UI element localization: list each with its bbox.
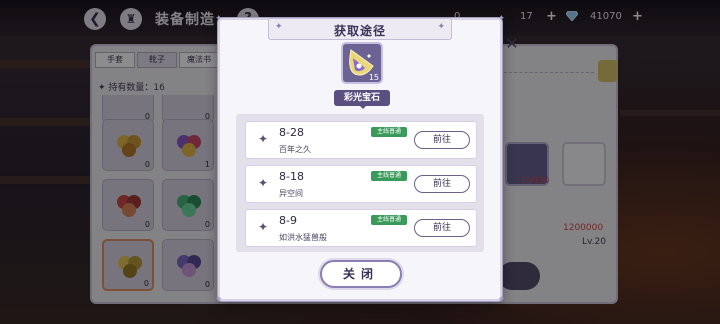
go-button[interactable]: 前往 — [414, 219, 470, 237]
route-stage: 8-9 — [279, 214, 297, 227]
route-tag: 主线普通 — [371, 171, 407, 181]
go-button[interactable]: 前往 — [414, 131, 470, 149]
corner-sparkle-icon: ✦ — [215, 14, 223, 24]
name-plate-pointer — [358, 104, 368, 109]
route-subtitle: 百年之久 — [279, 145, 311, 154]
route-row: ✦ 8-28 百年之久 主线普通 前往 — [245, 121, 477, 159]
corner-sparkle-icon: ✦ — [215, 295, 223, 305]
source-dialog: ✦ 获取途径 ✦ ✦ ✦ ✦ ✦ 15 彩光宝石 ✦ 8-28 百年之久 主线普… — [215, 14, 505, 305]
item-count: 15 — [368, 73, 379, 82]
corner-sparkle-icon: ✦ — [497, 295, 505, 305]
route-list: ✦ 8-28 百年之久 主线普通 前往 ✦ 8-18 异空间 主线普通 前往 ✦… — [236, 114, 484, 252]
sparkle-icon: ✦ — [258, 132, 269, 146]
sparkle-icon: ✦ — [437, 22, 445, 32]
route-tag: 主线普通 — [371, 215, 407, 225]
dialog-title: 获取途径 — [333, 24, 386, 38]
item-icon-box: 15 — [341, 42, 383, 84]
corner-sparkle-icon: ✦ — [497, 14, 505, 24]
route-stage: 8-28 — [279, 126, 304, 139]
route-row: ✦ 8-18 异空间 主线普通 前往 — [245, 165, 477, 203]
go-button[interactable]: 前往 — [414, 175, 470, 193]
route-stage: 8-18 — [279, 170, 304, 183]
sparkle-icon: ✦ — [258, 176, 269, 190]
dialog-header: ✦ 获取途径 ✦ — [268, 18, 452, 40]
sparkle-icon: ✦ — [258, 220, 269, 234]
route-subtitle: 异空间 — [279, 189, 303, 198]
route-row: ✦ 8-9 如洪水猛兽般 主线普通 前往 — [245, 209, 477, 247]
route-tag: 主线普通 — [371, 127, 407, 137]
route-subtitle: 如洪水猛兽般 — [279, 233, 327, 242]
close-button[interactable]: 关闭 — [320, 260, 402, 288]
